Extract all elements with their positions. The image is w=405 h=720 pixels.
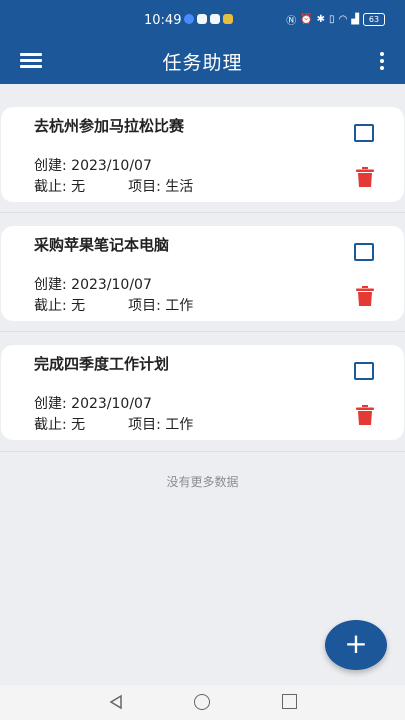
created-date: 2023/10/07: [71, 158, 152, 174]
system-nav-bar: [0, 685, 405, 720]
deadline-value: 无: [71, 179, 86, 195]
wifi-icon: ◠: [338, 14, 348, 25]
back-icon[interactable]: [108, 694, 124, 710]
delete-icon[interactable]: [356, 286, 374, 306]
task-created: 创建: 2023/10/07: [34, 274, 152, 294]
divider: [0, 451, 405, 452]
created-date: 2023/10/07: [71, 277, 152, 293]
task-card[interactable]: 完成四季度工作计划 创建: 2023/10/07 截止: 无 项目: 工作: [1, 345, 404, 440]
project-label: 项目:: [128, 298, 161, 314]
project-value: 工作: [165, 298, 194, 314]
add-task-button[interactable]: +: [325, 620, 387, 670]
more-options-icon[interactable]: [379, 52, 385, 70]
app-notification-icon: [197, 14, 207, 24]
task-title: 去杭州参加马拉松比赛: [34, 117, 185, 135]
deadline-label: 截止:: [34, 298, 67, 314]
task-created: 创建: 2023/10/07: [34, 155, 152, 175]
deadline-label: 截止:: [34, 179, 67, 195]
delete-icon[interactable]: [356, 167, 374, 187]
app-notification-icon: [223, 14, 233, 24]
message-icon: [210, 14, 220, 24]
battery-icon: 63: [363, 13, 385, 26]
divider: [0, 331, 405, 332]
signal-icon: ▟: [351, 14, 359, 25]
task-meta: 截止: 无 项目: 工作: [34, 295, 193, 315]
notification-icons: [184, 14, 233, 24]
status-time: 10:49: [144, 13, 182, 28]
task-card[interactable]: 采购苹果笔记本电脑 创建: 2023/10/07 截止: 无 项目: 工作: [1, 226, 404, 321]
task-title: 完成四季度工作计划: [34, 355, 170, 373]
task-created: 创建: 2023/10/07: [34, 393, 152, 413]
complete-checkbox[interactable]: [354, 124, 374, 142]
deadline-value: 无: [71, 298, 86, 314]
delete-icon[interactable]: [356, 405, 374, 425]
app-bar: 任务助理: [0, 38, 405, 84]
bluetooth-icon: ✱: [316, 14, 326, 25]
status-bar: 10:49 Ⓝ ⏰ ✱ ▯ ◠ ▟ 63: [0, 0, 405, 38]
deadline-value: 无: [71, 417, 86, 433]
project-value: 生活: [165, 179, 194, 195]
home-icon[interactable]: [194, 694, 210, 710]
created-label: 创建:: [34, 277, 67, 293]
recent-apps-icon[interactable]: [282, 694, 297, 709]
task-meta: 截止: 无 项目: 工作: [34, 414, 193, 434]
complete-checkbox[interactable]: [354, 362, 374, 380]
app-notification-icon: [184, 14, 194, 24]
project-value: 工作: [165, 417, 194, 433]
created-label: 创建:: [34, 396, 67, 412]
alarm-icon: ⏰: [300, 14, 313, 25]
task-title: 采购苹果笔记本电脑: [34, 236, 170, 254]
page-title: 任务助理: [162, 52, 243, 74]
complete-checkbox[interactable]: [354, 243, 374, 261]
created-date: 2023/10/07: [71, 396, 152, 412]
deadline-label: 截止:: [34, 417, 67, 433]
task-meta: 截止: 无 项目: 生活: [34, 176, 193, 196]
vibrate-icon: ▯: [329, 14, 335, 25]
nfc-icon: Ⓝ: [286, 16, 297, 27]
project-label: 项目:: [128, 417, 161, 433]
system-icons: Ⓝ ⏰ ✱ ▯ ◠ ▟ 63: [286, 12, 385, 27]
task-card[interactable]: 去杭州参加马拉松比赛 创建: 2023/10/07 截止: 无 项目: 生活: [1, 107, 404, 202]
list-end-text: 没有更多数据: [166, 475, 239, 489]
project-label: 项目:: [128, 179, 161, 195]
divider: [0, 212, 405, 213]
created-label: 创建:: [34, 158, 67, 174]
